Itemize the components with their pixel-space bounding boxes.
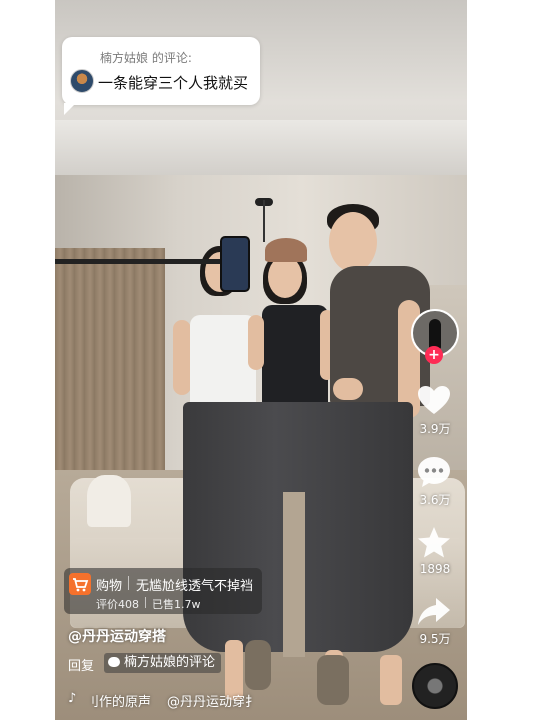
- commenter-avatar[interactable]: [70, 69, 94, 93]
- comment-popup[interactable]: 楠方姑娘 的评论: 一条能穿三个人我就买: [62, 37, 260, 115]
- product-title: 无尴尬线透气不掉裆: [136, 579, 254, 594]
- comment-count: 3.6万: [419, 493, 451, 507]
- share-count: 9.5万: [419, 632, 451, 646]
- music-note-icon: ♪: [68, 691, 77, 706]
- scene-ceiling-band: [55, 120, 467, 175]
- reply-target: 楠方姑娘的评论: [124, 655, 216, 670]
- like-count: 3.9万: [419, 422, 451, 436]
- author-handle[interactable]: @丹丹运动穿搭: [68, 626, 166, 646]
- star-icon[interactable]: [416, 525, 452, 561]
- product-card[interactable]: 购物 无尴尬线透气不掉裆 评价408 已售1.7w: [64, 568, 262, 614]
- leg: [380, 655, 402, 705]
- share-icon[interactable]: [416, 594, 452, 630]
- shoe: [317, 655, 349, 705]
- comment-bubble-icon: [108, 657, 120, 667]
- shop-label: 购物: [96, 579, 123, 594]
- shopping-cart-icon: [69, 573, 91, 595]
- scene-lamp-cord: [263, 200, 265, 242]
- product-rating: 评价408: [96, 598, 139, 611]
- shoe: [245, 640, 271, 690]
- mounted-phone: [220, 236, 250, 292]
- follow-button[interactable]: +: [425, 346, 443, 364]
- comment-text: 一条能穿三个人我就买: [98, 74, 249, 92]
- music-title: 刂作的原声: [86, 695, 152, 710]
- divider: [128, 576, 129, 590]
- reply-comment-chip[interactable]: 楠方姑娘的评论: [104, 653, 222, 673]
- comment-icon[interactable]: [416, 454, 452, 490]
- heart-icon[interactable]: [416, 383, 452, 419]
- comment-author: 楠方姑娘 的评论:: [100, 51, 192, 65]
- product-sold: 已售1.7w: [152, 598, 201, 611]
- scene-statue: [87, 475, 131, 527]
- music-disc-icon[interactable]: [412, 663, 458, 709]
- selfie-stick: [55, 259, 245, 264]
- reply-label: 回复: [68, 659, 95, 674]
- pants-gap: [283, 492, 305, 657]
- divider: [145, 597, 146, 608]
- music-author: @丹丹运动穿扌: [167, 695, 259, 710]
- favorite-count: 1898: [419, 562, 451, 576]
